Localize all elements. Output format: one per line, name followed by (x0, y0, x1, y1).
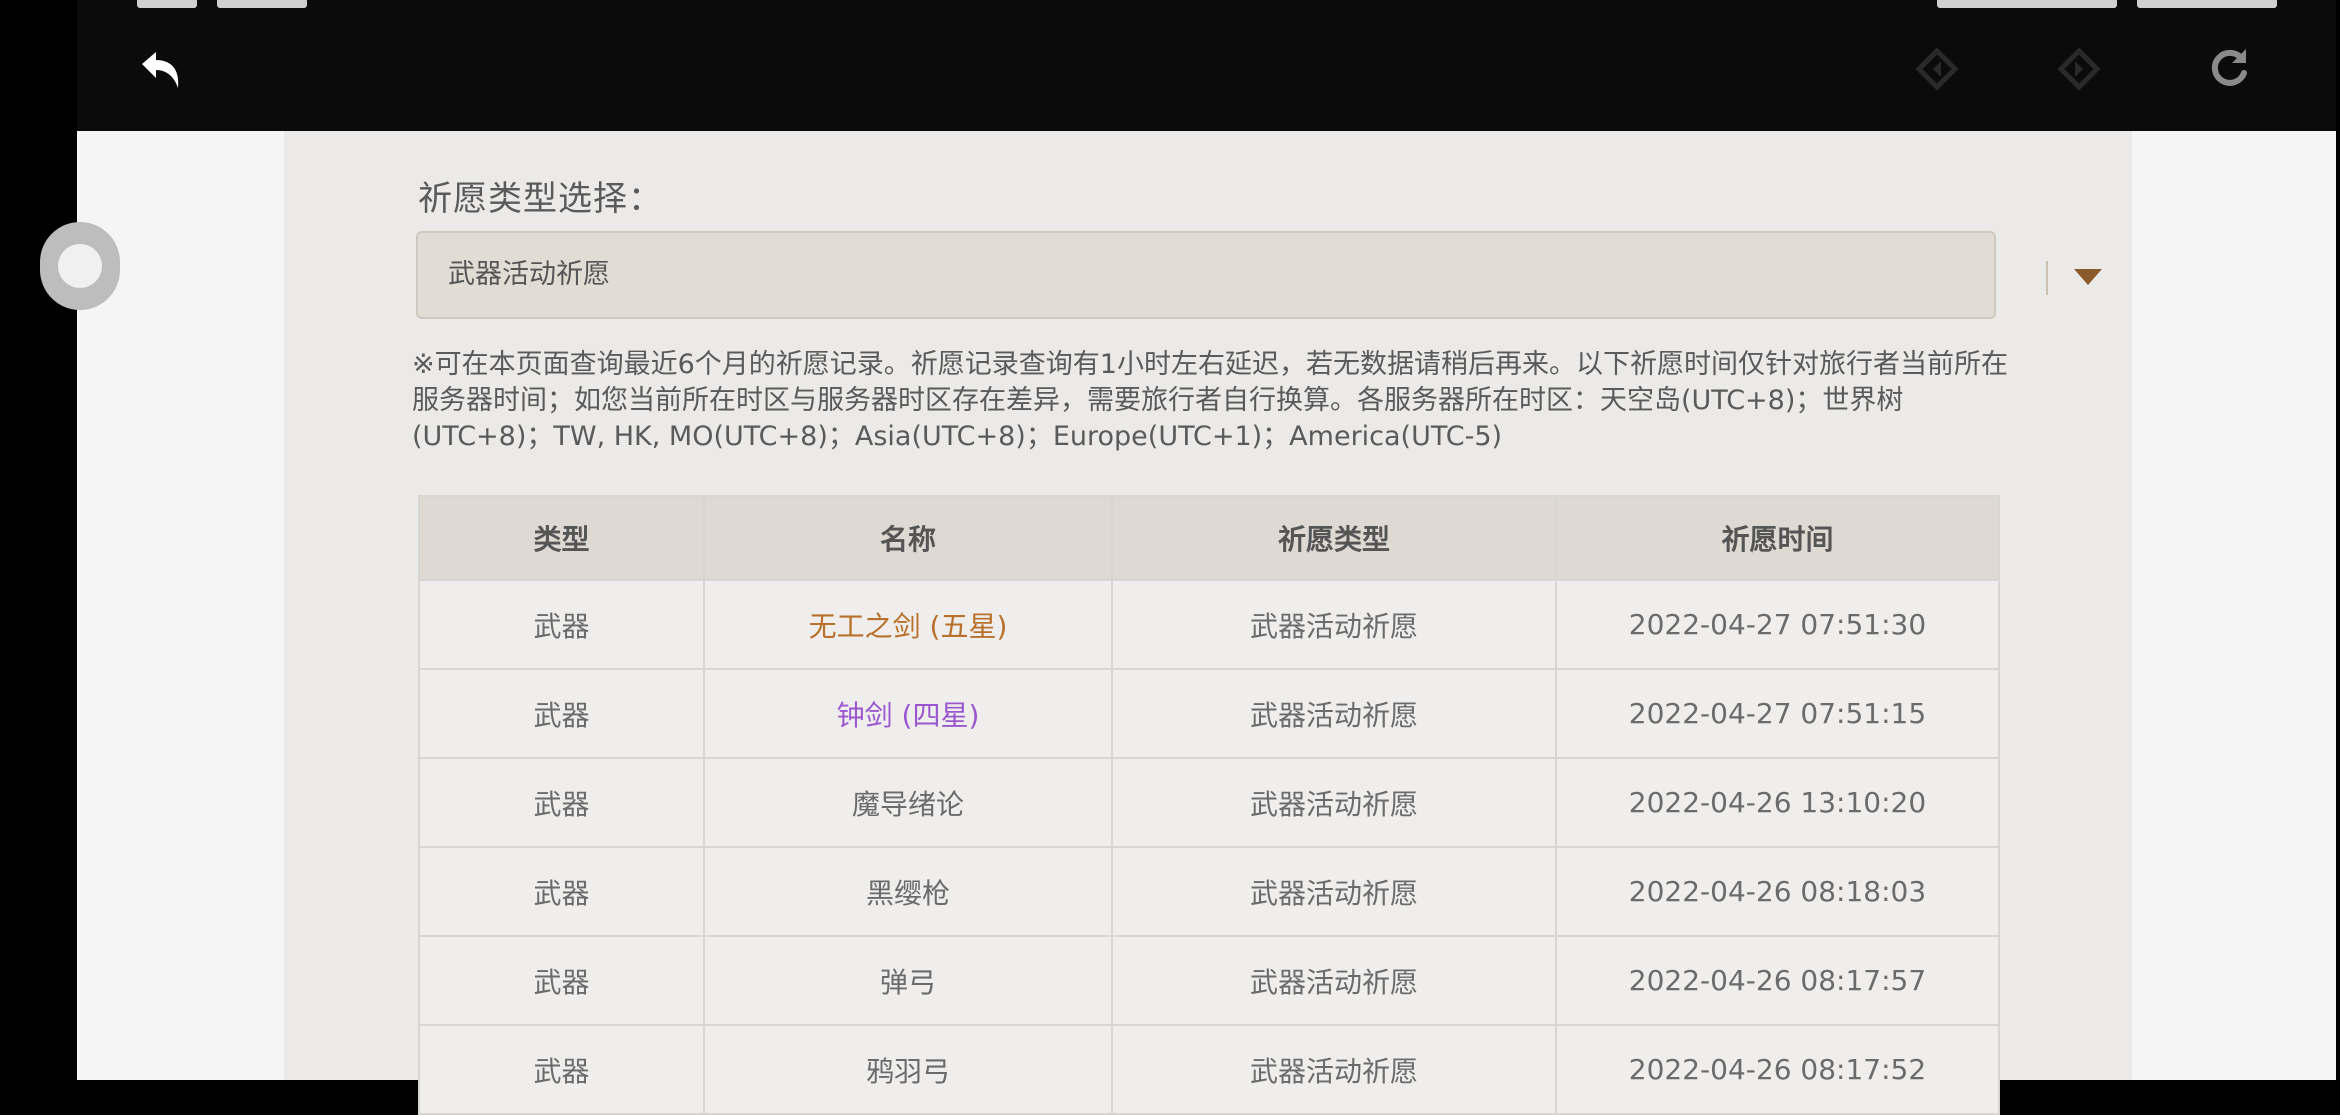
cell-name: 无工之剑 (五星) (703, 579, 1113, 670)
cell-wish-time: 2022-04-26 08:17:52 (1555, 1024, 2000, 1115)
cell-wish-time: 2022-04-26 13:10:20 (1555, 757, 2000, 848)
cell-type: 武器 (418, 757, 705, 848)
query-notice: ※可在本页面查询最近6个月的祈愿记录。祈愿记录查询有1小时左右延迟，若无数据请稍… (412, 349, 2008, 452)
cell-type: 武器 (418, 1024, 705, 1115)
cell-wish-time: 2022-04-26 08:17:57 (1555, 935, 2000, 1026)
diamond-left-icon[interactable] (1912, 44, 1962, 94)
cell-wish-time: 2022-04-27 07:51:15 (1555, 668, 2000, 759)
wish-type-label: 祈愿类型选择： (418, 179, 663, 219)
select-divider (2046, 261, 2048, 295)
cell-wish-type: 武器活动祈愿 (1111, 579, 1557, 670)
cell-type: 武器 (418, 935, 705, 1026)
top-navigation-bar (77, 0, 2336, 131)
cell-type: 武器 (418, 846, 705, 937)
status-bar-remnant (137, 0, 197, 8)
table-row: 武器 魔导绪论 武器活动祈愿 2022-04-26 13:10:20 (418, 757, 2000, 848)
status-bar-remnant (217, 0, 307, 8)
right-black-band (2336, 0, 2340, 1080)
header-wish-time: 祈愿时间 (1555, 495, 2000, 581)
table-row: 武器 鸦羽弓 武器活动祈愿 2022-04-26 08:17:52 (418, 1024, 2000, 1115)
diamond-right-icon[interactable] (2054, 44, 2104, 94)
table-row: 武器 弹弓 武器活动祈愿 2022-04-26 08:17:57 (418, 935, 2000, 1026)
wish-history-table: 类型 名称 祈愿类型 祈愿时间 武器 无工之剑 (五星) 武器活动祈愿 2022… (418, 495, 2000, 1115)
wish-type-select[interactable]: 武器活动祈愿 (416, 231, 2102, 319)
chevron-down-icon (2070, 261, 2106, 299)
header-wish-type: 祈愿类型 (1111, 495, 1557, 581)
status-bar-remnant (1937, 0, 2117, 8)
status-bar-remnant (2137, 0, 2277, 8)
cell-name: 黑缨枪 (703, 846, 1113, 937)
wish-history-panel: 祈愿类型选择： 武器活动祈愿 ※可在本页面查询最近6个月的祈愿记录。祈愿记录查询… (284, 131, 2132, 1115)
cell-name: 钟剑 (四星) (703, 668, 1113, 759)
refresh-icon[interactable] (2203, 42, 2255, 94)
table-header-row: 类型 名称 祈愿类型 祈愿时间 (418, 495, 2000, 581)
cell-type: 武器 (418, 579, 705, 670)
back-arrow-icon[interactable] (132, 40, 188, 96)
cell-wish-time: 2022-04-26 08:18:03 (1555, 846, 2000, 937)
cell-name: 鸦羽弓 (703, 1024, 1113, 1115)
table-row: 武器 钟剑 (四星) 武器活动祈愿 2022-04-27 07:51:15 (418, 668, 2000, 759)
table-row: 武器 黑缨枪 武器活动祈愿 2022-04-26 08:18:03 (418, 846, 2000, 937)
cell-wish-time: 2022-04-27 07:51:30 (1555, 579, 2000, 670)
left-black-band (0, 0, 77, 1080)
table-row: 武器 无工之剑 (五星) 武器活动祈愿 2022-04-27 07:51:30 (418, 579, 2000, 670)
cell-wish-type: 武器活动祈愿 (1111, 846, 1557, 937)
cell-wish-type: 武器活动祈愿 (1111, 1024, 1557, 1115)
wish-type-select-value: 武器活动祈愿 (448, 259, 610, 290)
side-floating-tab-knob (58, 244, 102, 288)
cell-wish-type: 武器活动祈愿 (1111, 757, 1557, 848)
cell-wish-type: 武器活动祈愿 (1111, 935, 1557, 1026)
header-name: 名称 (703, 495, 1113, 581)
cell-name: 弹弓 (703, 935, 1113, 1026)
cell-type: 武器 (418, 668, 705, 759)
cell-name: 魔导绪论 (703, 757, 1113, 848)
header-type: 类型 (418, 495, 705, 581)
cell-wish-type: 武器活动祈愿 (1111, 668, 1557, 759)
